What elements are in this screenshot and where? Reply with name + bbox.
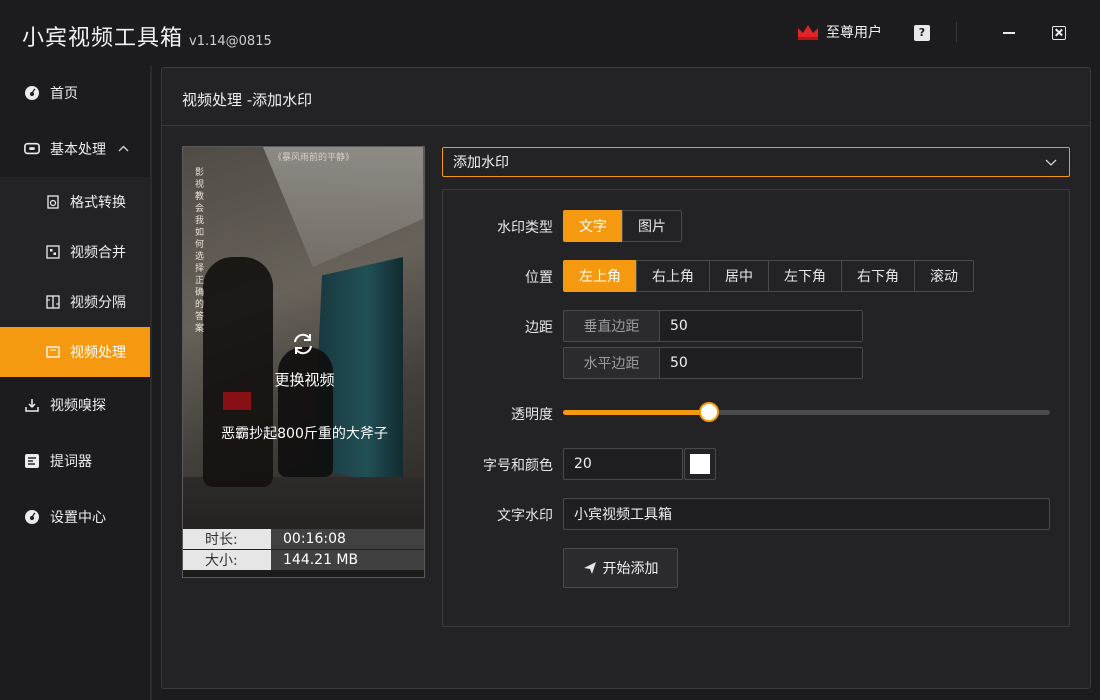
sidebar-item-label: 提词器 [50, 454, 92, 470]
horizontal-margin-label: 水平边距 [564, 348, 660, 378]
watermark-type-text-option[interactable]: 文字 [563, 210, 623, 242]
refresh-icon[interactable] [289, 330, 317, 358]
settings-icon [24, 509, 40, 525]
sidebar-item-label: 视频分隔 [70, 295, 126, 311]
start-add-label: 开始添加 [602, 561, 659, 577]
text-watermark-label: 文字水印 [497, 508, 553, 524]
sidebar-item-video-process[interactable]: 视频处理 [0, 327, 150, 377]
preview-vertical-text: 影视教会我如何选择正确的答案 [195, 168, 205, 334]
sidebar-item-label: 首页 [50, 86, 78, 102]
sidebar-item-teleprompter[interactable]: 提词器 [0, 436, 150, 486]
sidebar-item-label: 视频处理 [70, 345, 126, 361]
opacity-slider-fill [563, 410, 709, 415]
title-bar: 小宾视频工具箱 v1.14@0815 至尊用户 ? [0, 0, 1100, 66]
sidebar-item-settings[interactable]: 设置中心 [0, 492, 150, 542]
sidebar-submenu: 格式转换 视频合并 视频分隔 视频处理 [0, 177, 150, 377]
panel-header: 视频处理 -添加水印 [162, 68, 1090, 126]
operation-select[interactable]: 添加水印 [442, 147, 1070, 177]
size-value: 144.21 MB [271, 550, 424, 570]
position-top-left-option[interactable]: 左上角 [563, 260, 637, 292]
sidebar-item-video-merge[interactable]: 视频合并 [0, 227, 150, 277]
vip-user-button[interactable]: 至尊用户 [796, 22, 882, 42]
minimize-button[interactable] [1003, 32, 1015, 34]
position-bottom-left-option[interactable]: 左下角 [768, 260, 842, 292]
chevron-up-icon [118, 144, 129, 155]
sidebar-item-video-split[interactable]: 视频分隔 [0, 277, 150, 327]
merge-icon [46, 245, 60, 259]
app-version: v1.14@0815 [189, 34, 272, 49]
vertical-margin-label: 垂直边距 [564, 311, 660, 341]
font-size-input[interactable] [563, 448, 683, 480]
sidebar-divider [150, 66, 152, 700]
opacity-label: 透明度 [511, 407, 553, 423]
app-title-text: 小宾视频工具箱 [22, 26, 184, 51]
help-button[interactable]: ? [914, 25, 930, 41]
sidebar-item-label: 格式转换 [70, 195, 126, 211]
sidebar-item-label: 视频嗅探 [50, 398, 106, 414]
start-add-button[interactable]: 开始添加 [563, 548, 678, 588]
size-row: 大小: 144.21 MB [183, 550, 424, 570]
position-center-option[interactable]: 居中 [709, 260, 769, 292]
sidebar-item-label: 基本处理 [50, 142, 106, 158]
sidebar-item-label: 设置中心 [50, 510, 106, 526]
watermark-type-label: 水印类型 [497, 220, 553, 236]
vertical-margin-input[interactable] [660, 311, 862, 341]
teleprompter-icon [24, 453, 40, 469]
page-title: 视频处理 -添加水印 [182, 91, 313, 109]
position-scroll-option[interactable]: 滚动 [914, 260, 974, 292]
margin-label: 边距 [525, 320, 553, 336]
video-preview[interactable]: 《暴风雨前的平静》 影视教会我如何选择正确的答案 更换视频 恶霸抄起800斤重的… [182, 146, 425, 578]
color-picker[interactable] [684, 448, 716, 480]
home-dashboard-icon [24, 85, 40, 101]
app-title: 小宾视频工具箱 v1.14@0815 [22, 20, 272, 52]
watermark-type-image-option[interactable]: 图片 [622, 210, 682, 242]
sidebar-item-label: 视频合并 [70, 245, 126, 261]
color-swatch-fill [690, 454, 710, 474]
download-icon [24, 397, 40, 413]
close-button[interactable] [1052, 26, 1066, 40]
preview-overlay [183, 147, 424, 577]
preview-top-caption: 《暴风雨前的平静》 [273, 153, 355, 163]
duration-key: 时长: [183, 529, 271, 549]
chevron-down-icon [1045, 159, 1057, 166]
watermark-form: 水印类型 文字 图片 位置 左上角 右上角 居中 左下角 右下角 滚动 边距 垂… [442, 189, 1070, 627]
sidebar-item-video-sniff[interactable]: 视频嗅探 [0, 380, 150, 430]
monitor-icon [24, 141, 40, 157]
duration-row: 时长: 00:16:08 [183, 529, 424, 549]
horizontal-margin-input[interactable] [660, 348, 862, 378]
size-key: 大小: [183, 550, 271, 570]
operation-select-value: 添加水印 [453, 155, 509, 171]
watermark-type-segment: 文字 图片 [563, 210, 682, 242]
position-segment: 左上角 右上角 居中 左下角 右下角 滚动 [563, 260, 974, 292]
titlebar-separator [956, 22, 957, 42]
main-panel: 视频处理 -添加水印 《暴风雨前的平静》 影视教会我如何选择正确的答案 更换视频… [161, 67, 1091, 689]
replace-video-button[interactable]: 更换视频 [183, 369, 424, 390]
sidebar-item-home[interactable]: 首页 [0, 68, 150, 118]
preview-subtitle: 恶霸抄起800斤重的大斧子 [221, 426, 388, 442]
send-icon [583, 562, 596, 574]
text-watermark-input[interactable] [563, 498, 1050, 530]
position-bottom-right-option[interactable]: 右下角 [841, 260, 915, 292]
process-icon [46, 345, 60, 359]
crown-icon [798, 25, 818, 40]
font-size-color-label: 字号和颜色 [483, 458, 553, 474]
position-label: 位置 [525, 270, 553, 286]
duration-value: 00:16:08 [271, 529, 424, 549]
convert-icon [46, 195, 60, 209]
horizontal-margin-field: 水平边距 [563, 347, 863, 379]
vertical-margin-field: 垂直边距 [563, 310, 863, 342]
position-top-right-option[interactable]: 右上角 [636, 260, 710, 292]
vip-label: 至尊用户 [826, 25, 882, 41]
opacity-slider[interactable] [563, 402, 1050, 422]
opacity-slider-thumb[interactable] [699, 402, 719, 422]
sidebar-item-basic-processing[interactable]: 基本处理 [0, 124, 150, 174]
sidebar-item-format-convert[interactable]: 格式转换 [0, 177, 150, 227]
split-icon [46, 295, 60, 309]
